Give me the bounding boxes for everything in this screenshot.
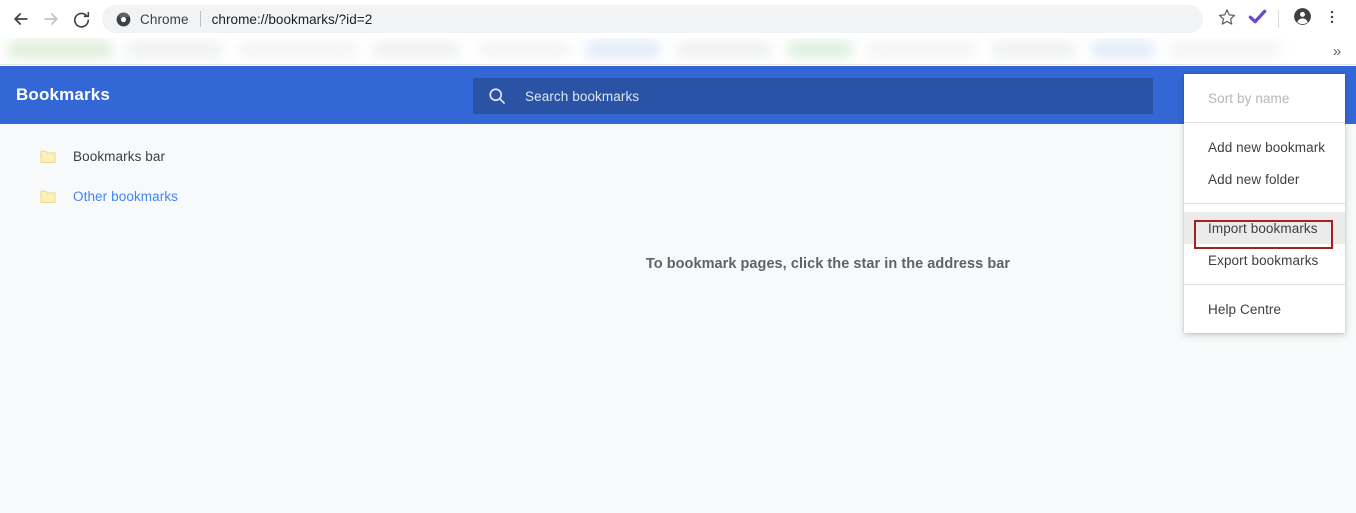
bookmarks-bar-item-11[interactable] [1170, 41, 1280, 58]
menu-item-label: Import bookmarks [1208, 220, 1318, 236]
forward-button[interactable] [36, 4, 66, 34]
bookmarks-main-content: Bookmarks bar Other bookmarks To bookmar… [0, 124, 1356, 513]
page-title: Bookmarks [16, 85, 110, 104]
chrome-menu-button[interactable] [1318, 5, 1346, 33]
folder-icon [40, 189, 56, 204]
menu-item-label: Add new bookmark [1208, 139, 1326, 155]
menu-group-2: Import bookmarks Export bookmarks [1184, 204, 1345, 284]
bookmarks-bar-item-5[interactable] [586, 41, 660, 58]
menu-item-add-new-folder[interactable]: Add new folder [1184, 163, 1345, 195]
address-bar[interactable]: Chrome chrome://bookmarks/?id=2 [102, 5, 1203, 33]
extension-checkmark-icon [1248, 7, 1267, 31]
menu-item-label: Sort by name [1208, 90, 1290, 106]
folder-icon [40, 149, 56, 164]
chrome-logo-icon [116, 12, 131, 27]
browser-toolbar: Chrome chrome://bookmarks/?id=2 [0, 0, 1356, 38]
search-icon [487, 86, 507, 106]
menu-item-export-bookmarks[interactable]: Export bookmarks [1184, 244, 1345, 276]
bookmarks-options-menu[interactable]: Sort by name Add new bookmark Add new fold… [1184, 74, 1345, 333]
bookmark-star-button[interactable] [1213, 5, 1241, 33]
back-button[interactable] [6, 4, 36, 34]
menu-item-label: Help Centre [1208, 301, 1282, 317]
profile-avatar-icon [1293, 7, 1312, 31]
toolbar-actions [1211, 5, 1346, 33]
menu-item-sort-by-name: Sort by name [1184, 82, 1345, 114]
bookmarks-bar-redacted-items [0, 38, 1300, 62]
omnibox-scheme-label: Chrome [140, 11, 189, 27]
bookmarks-bar-item-10[interactable] [1092, 41, 1154, 58]
omnibox-divider [199, 11, 201, 27]
bookmarks-bar-overflow-button[interactable]: » [1326, 40, 1348, 62]
menu-item-help-centre[interactable]: Help Centre [1184, 293, 1345, 325]
menu-group-0: Sort by name [1184, 74, 1345, 122]
bookmarks-bar-item-8[interactable] [868, 41, 976, 58]
browser-bookmarks-bar[interactable]: » [0, 38, 1356, 65]
bookmarks-folder-tree: Bookmarks bar Other bookmarks [0, 124, 300, 222]
bookmarks-bar-item-1[interactable] [126, 41, 222, 58]
sidebar-item-bookmarks-bar[interactable]: Bookmarks bar [0, 142, 300, 170]
bookmarks-bar-item-9[interactable] [992, 41, 1076, 58]
chrome-bookmarks-window: Chrome chrome://bookmarks/?id=2 » Bookma… [0, 0, 1356, 513]
bookmarks-bar-item-2[interactable] [238, 41, 356, 58]
bookmarks-bar-item-3[interactable] [372, 41, 460, 58]
reload-icon [72, 10, 91, 29]
sidebar-item-other-bookmarks[interactable]: Other bookmarks [0, 182, 300, 210]
arrow-left-icon [11, 9, 31, 29]
profile-button[interactable] [1288, 5, 1316, 33]
chevron-double-right-icon: » [1332, 42, 1342, 60]
reload-button[interactable] [66, 4, 96, 34]
menu-group-1: Add new bookmark Add new folder [1184, 123, 1345, 203]
star-outline-icon [1218, 8, 1236, 31]
omnibox-url-text[interactable]: chrome://bookmarks/?id=2 [212, 12, 373, 27]
three-dot-menu-icon [1324, 9, 1340, 30]
menu-item-label: Export bookmarks [1208, 252, 1319, 268]
sidebar-item-label: Bookmarks bar [73, 148, 166, 164]
menu-item-add-new-bookmark[interactable]: Add new bookmark [1184, 131, 1345, 163]
menu-group-3: Help Centre [1184, 285, 1345, 333]
bookmarks-bar-item-7[interactable] [788, 41, 852, 58]
search-input[interactable]: Search bookmarks [473, 78, 1153, 114]
bookmarks-bar-item-0[interactable] [8, 41, 112, 58]
extension-button[interactable] [1243, 5, 1271, 33]
arrow-right-icon [41, 9, 61, 29]
search-input-placeholder: Search bookmarks [525, 88, 640, 104]
bookmarks-bar-item-6[interactable] [676, 41, 772, 58]
menu-item-import-bookmarks[interactable]: Import bookmarks [1184, 212, 1345, 244]
bookmarks-bar-item-4[interactable] [478, 41, 570, 58]
sidebar-item-label: Other bookmarks [73, 188, 179, 204]
toolbar-divider [1278, 10, 1279, 28]
menu-item-label: Add new folder [1208, 171, 1300, 187]
empty-state-text: To bookmark pages, click the star in the… [645, 255, 1011, 272]
